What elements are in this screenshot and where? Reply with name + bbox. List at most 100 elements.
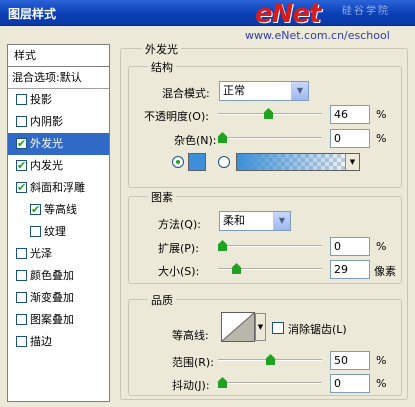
noise-input[interactable]: 0 [330, 129, 370, 148]
style-item-satin[interactable]: 光泽 [8, 243, 109, 265]
size-slider[interactable] [218, 261, 322, 275]
contour-picker[interactable]: ▼ [221, 312, 266, 342]
texture-checkbox[interactable] [30, 226, 41, 237]
jitter-slider[interactable] [218, 375, 322, 389]
noise-slider[interactable] [218, 130, 322, 144]
style-item-label: 光泽 [30, 247, 52, 260]
structure-title: 结构 [148, 59, 176, 75]
outer-glow-title: 外发光 [142, 41, 181, 57]
inner-shadow-checkbox[interactable] [16, 116, 27, 127]
technique-value: 柔和 [223, 214, 245, 227]
range-slider-thumb[interactable] [266, 354, 275, 365]
styles-header[interactable]: 样式 [8, 45, 109, 67]
spread-slider-track [218, 245, 322, 247]
pattern-overlay-checkbox[interactable] [16, 314, 27, 325]
style-item-label: 描边 [30, 335, 52, 348]
style-item-outer-glow[interactable]: 外发光 [8, 133, 109, 155]
chevron-down-icon: ▼ [273, 212, 290, 230]
stroke-checkbox[interactable] [16, 336, 27, 347]
jitter-slider-thumb[interactable] [218, 377, 227, 388]
size-input[interactable]: 29 [330, 260, 370, 279]
noise-label: 杂色(N): [174, 134, 217, 147]
blend-mode-select[interactable]: 正常 ▼ [219, 81, 309, 101]
technique-select[interactable]: 柔和 ▼ [219, 211, 291, 231]
quality-title: 品质 [148, 292, 176, 308]
antialias-checkbox[interactable] [272, 322, 284, 334]
chevron-down-icon: ▼ [291, 82, 308, 100]
opacity-input[interactable]: 46 [330, 105, 370, 124]
opacity-slider-thumb[interactable] [264, 108, 273, 119]
outer-glow-settings: 外发光 结构 混合模式: 正常 ▼ 不透明度(O): 46 % 杂色(N): 0… [118, 41, 410, 402]
jitter-label: 抖动(J): [172, 379, 210, 392]
style-item-pattern-overlay[interactable]: 图案叠加 [8, 309, 109, 331]
style-item-bevel-emboss[interactable]: 斜面和浮雕 [8, 177, 109, 199]
gradient-radio[interactable] [218, 156, 230, 168]
style-item-inner-glow[interactable]: 内发光 [8, 155, 109, 177]
watermark-url: www.eNet.com.cn/eschool [245, 29, 390, 42]
opacity-slider[interactable] [218, 106, 322, 120]
glow-color-swatch[interactable] [188, 153, 206, 171]
style-item-label: 渐变叠加 [30, 291, 74, 304]
glow-gradient-picker[interactable]: ▼ [236, 153, 360, 171]
contour-checkbox[interactable] [30, 199, 41, 221]
range-input[interactable]: 50 [330, 351, 370, 370]
style-item-color-overlay[interactable]: 颜色叠加 [8, 265, 109, 287]
style-item-label: 图案叠加 [30, 313, 74, 326]
spread-unit: % [376, 240, 387, 253]
bevel-emboss-checkbox[interactable] [16, 177, 27, 199]
style-item-label: 外发光 [30, 137, 63, 150]
style-item-inner-shadow[interactable]: 内阴影 [8, 111, 109, 133]
watermark-logo-cn: 硅谷学院 [342, 6, 390, 17]
styles-panel: 样式 混合选项:默认 投影 内阴影 外发光 内发光 斜面和浮雕 等高线 纹理 光… [7, 44, 110, 402]
antialias-label: 消除锯齿(L) [288, 323, 347, 336]
contour-label: 等高线: [172, 329, 209, 342]
satin-checkbox[interactable] [16, 248, 27, 259]
spread-input[interactable]: 0 [330, 237, 370, 256]
blending-options-item[interactable]: 混合选项:默认 [8, 67, 109, 89]
contour-curve-icon [222, 313, 254, 341]
color-overlay-checkbox[interactable] [16, 270, 27, 281]
size-label: 大小(S): [158, 265, 200, 278]
style-item-label: 投影 [30, 93, 52, 106]
range-label: 范围(R): [172, 356, 214, 369]
style-item-label: 内阴影 [30, 115, 63, 128]
technique-label: 方法(Q): [158, 218, 201, 231]
jitter-input[interactable]: 0 [330, 374, 370, 393]
chevron-down-icon: ▼ [255, 313, 266, 341]
spread-slider[interactable] [218, 238, 322, 252]
blend-mode-label: 混合模式: [162, 87, 210, 100]
opacity-label: 不透明度(O): [144, 110, 209, 123]
jitter-slider-track [218, 382, 322, 384]
opacity-unit: % [376, 108, 387, 121]
size-unit: 像素 [374, 265, 396, 278]
solid-color-radio[interactable] [172, 156, 184, 168]
noise-unit: % [376, 132, 387, 145]
blend-mode-value: 正常 [223, 84, 245, 97]
spread-slider-thumb[interactable] [218, 240, 227, 251]
noise-slider-track [218, 137, 322, 139]
style-item-contour[interactable]: 等高线 [8, 199, 109, 221]
chevron-down-icon: ▼ [345, 154, 359, 170]
range-unit: % [376, 354, 387, 367]
style-item-texture[interactable]: 纹理 [8, 221, 109, 243]
style-item-drop-shadow[interactable]: 投影 [8, 89, 109, 111]
inner-glow-checkbox[interactable] [16, 155, 27, 177]
outer-glow-checkbox[interactable] [16, 133, 27, 155]
window-title: 图层样式 [8, 7, 57, 21]
style-item-label: 斜面和浮雕 [30, 181, 85, 194]
size-slider-thumb[interactable] [232, 263, 241, 274]
style-item-gradient-overlay[interactable]: 渐变叠加 [8, 287, 109, 309]
spread-label: 扩展(P): [158, 242, 199, 255]
gradient-overlay-checkbox[interactable] [16, 292, 27, 303]
style-item-label: 内发光 [30, 159, 63, 172]
watermark-logo: eNet [255, 0, 321, 29]
style-item-stroke[interactable]: 描边 [8, 331, 109, 353]
drop-shadow-checkbox[interactable] [16, 94, 27, 105]
range-slider[interactable] [218, 352, 322, 366]
style-item-label: 纹理 [44, 225, 66, 238]
noise-slider-thumb[interactable] [218, 132, 227, 143]
style-item-label: 颜色叠加 [30, 269, 74, 282]
jitter-unit: % [376, 377, 387, 390]
elements-title: 图素 [148, 189, 176, 205]
style-item-label: 等高线 [44, 203, 77, 216]
